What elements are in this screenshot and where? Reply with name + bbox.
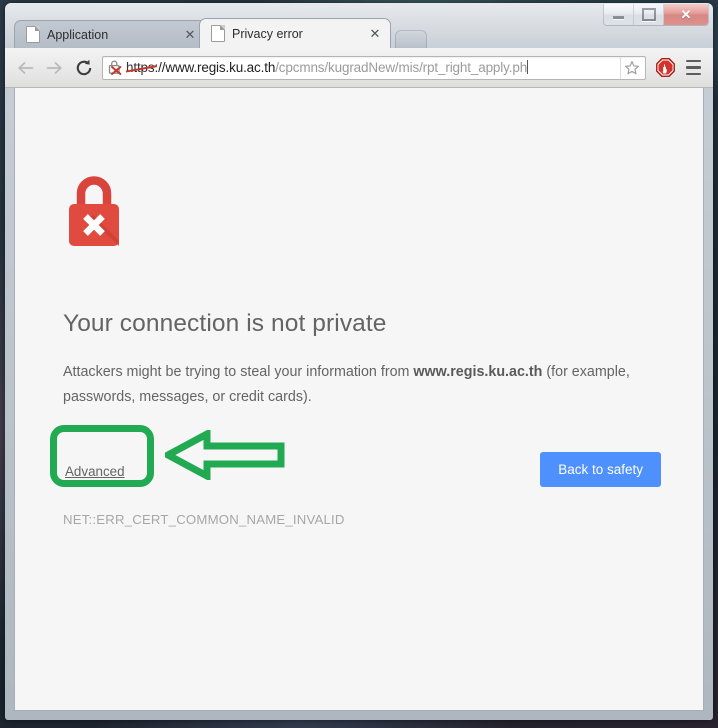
- maximize-button[interactable]: [634, 4, 664, 25]
- tab-strip: Application ✕ Privacy error ✕: [14, 18, 427, 48]
- page-viewport: Your connection is not private Attackers…: [14, 88, 704, 711]
- url-scheme: https: [126, 58, 155, 78]
- tab-application[interactable]: Application ✕: [14, 20, 206, 48]
- hamburger-menu-icon: [685, 66, 701, 69]
- reload-icon: [76, 59, 91, 75]
- reload-button[interactable]: [69, 53, 98, 82]
- minimize-button[interactable]: [604, 4, 634, 25]
- close-window-button[interactable]: ✕: [664, 4, 708, 25]
- red-padlock-error-icon: [63, 175, 125, 253]
- page-description: Attackers might be trying to steal your …: [63, 360, 663, 410]
- description-hostname: www.regis.ku.ac.th: [413, 364, 543, 380]
- page-favicon-icon: [26, 26, 40, 43]
- interstitial-actions: Advanced Back to safety: [63, 452, 675, 496]
- url-path: /cpcmns/kugradNew/mis/rpt_right_apply.ph: [275, 59, 528, 75]
- description-part-1: Attackers might be trying to steal your …: [63, 364, 414, 380]
- url-host: www.regis.ku.ac.th: [165, 59, 276, 75]
- back-button[interactable]: [11, 53, 40, 82]
- adblock-stop-hand-icon: [655, 58, 675, 77]
- window-controls: ✕: [603, 4, 709, 26]
- tab-close-icon[interactable]: ✕: [368, 26, 382, 41]
- ssl-interstitial: Your connection is not private Attackers…: [63, 175, 675, 527]
- text-caret: [527, 59, 529, 74]
- title-bar: ✕ Application ✕ Privacy error ✕: [5, 3, 713, 49]
- close-icon: ✕: [680, 7, 692, 22]
- tab-title: Application: [47, 27, 109, 42]
- address-bar[interactable]: https://www.regis.ku.ac.th/cpcmns/kugrad…: [102, 55, 646, 80]
- bookmark-star-icon: [625, 60, 639, 74]
- page-title: Your connection is not private: [63, 310, 387, 337]
- hamburger-menu-icon: [685, 72, 701, 76]
- new-tab-button[interactable]: [395, 30, 427, 48]
- error-code-text: NET::ERR_CERT_COMMON_NAME_INVALID: [63, 512, 345, 527]
- tab-privacy-error[interactable]: Privacy error ✕: [199, 18, 391, 48]
- forward-button[interactable]: [40, 53, 69, 82]
- url-separator: ://: [154, 59, 166, 75]
- back-to-safety-button[interactable]: Back to safety: [540, 452, 661, 487]
- browser-toolbar: https://www.regis.ku.ac.th/cpcmns/kugrad…: [5, 48, 713, 88]
- broken-lock-icon: [108, 60, 122, 75]
- chrome-menu-button[interactable]: [679, 54, 707, 82]
- adblock-button[interactable]: [651, 54, 679, 82]
- tab-title: Privacy error: [232, 26, 303, 41]
- bookmark-button[interactable]: [620, 56, 643, 79]
- forward-arrow-icon: [46, 61, 62, 74]
- page-favicon-icon: [211, 25, 225, 42]
- minimize-icon: [613, 15, 624, 19]
- back-arrow-icon: [18, 61, 34, 74]
- hamburger-menu-icon: [685, 59, 701, 63]
- advanced-link[interactable]: Advanced: [65, 464, 125, 479]
- browser-window: ✕ Application ✕ Privacy error ✕ https://…: [5, 3, 713, 720]
- url-text: https://www.regis.ku.ac.th/cpcmns/kugrad…: [126, 58, 620, 78]
- maximize-icon: [641, 8, 656, 21]
- tab-close-icon[interactable]: ✕: [183, 27, 197, 42]
